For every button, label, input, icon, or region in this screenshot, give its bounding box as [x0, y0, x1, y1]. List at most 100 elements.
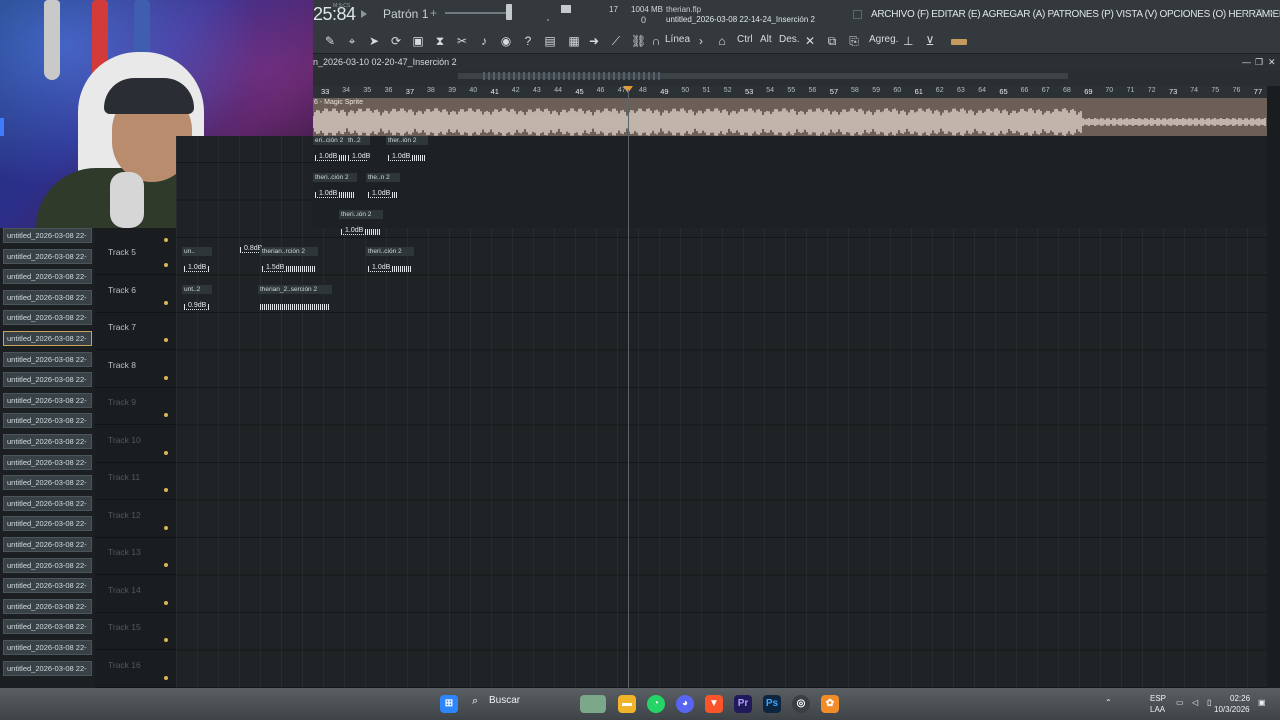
piano-icon[interactable]: ▦: [565, 32, 583, 50]
clip-name[interactable]: therian..rción 2: [260, 247, 318, 256]
link-icon[interactable]: ⛓: [631, 32, 646, 50]
pattern-clip[interactable]: th..2 1.0dB: [346, 136, 373, 174]
track-name[interactable]: Track 7: [108, 322, 136, 332]
browser-item[interactable]: untitled_2026-03-08 22-: [3, 351, 92, 367]
save-icon[interactable]: ▣: [411, 32, 425, 50]
track-mute-indicator[interactable]: [164, 375, 168, 380]
pattern-color-icon[interactable]: [949, 32, 969, 50]
track-name[interactable]: Track 12: [108, 510, 141, 520]
clip-gain[interactable]: 1.0dB: [370, 190, 393, 197]
clip-name[interactable]: theri..ción 2: [313, 173, 357, 182]
vertical-scrollbar[interactable]: [1267, 86, 1280, 688]
mic-icon[interactable]: ♪: [477, 32, 491, 50]
pattern-clip[interactable]: un.. 1.0dB: [182, 247, 212, 285]
browser-item[interactable]: untitled_2026-03-08 22-: [3, 248, 92, 264]
help-icon[interactable]: ?: [521, 32, 535, 50]
clip-name[interactable]: ther..ión 2: [386, 136, 428, 145]
track-header[interactable]: Track 16: [95, 651, 176, 688]
track-name[interactable]: Track 13: [108, 547, 141, 557]
clock-date[interactable]: 10/3/2026: [1214, 705, 1250, 714]
chat-icon[interactable]: ◉: [499, 32, 513, 50]
metronome-icon[interactable]: ◔: [545, 16, 550, 25]
browser-item[interactable]: untitled_2026-03-08 22-: [3, 434, 92, 449]
close-icon[interactable]: ✕: [1268, 8, 1276, 19]
clip-name[interactable]: theri..ión 2: [339, 210, 383, 219]
browser-item[interactable]: untitled_2026-03-08 22-: [3, 578, 92, 594]
stamp-icon[interactable]: ⌂: [715, 32, 729, 50]
clip-gain[interactable]: 1.0dB: [186, 264, 209, 271]
pattern-clip[interactable]: therian..rción 2 1.5dB: [260, 247, 318, 285]
tuner-icon[interactable]: ⊥: [903, 32, 913, 50]
clip-name[interactable]: th..2: [346, 136, 370, 145]
arrow-icon[interactable]: ➜: [587, 32, 601, 50]
restore-icon[interactable]: ❐: [1255, 8, 1263, 19]
track-mute-indicator[interactable]: [164, 563, 168, 567]
clip-name[interactable]: eri..ción 2: [313, 136, 349, 145]
snap-dropdown-icon[interactable]: ›: [697, 32, 705, 50]
browser-item[interactable]: untitled_2026-03-08 22-: [3, 269, 92, 285]
alt-button[interactable]: Alt: [760, 34, 772, 45]
paint-tool-icon[interactable]: ✎: [323, 32, 337, 50]
clip-gain[interactable]: 1.0dB: [343, 227, 366, 234]
timeline-ruler[interactable]: 33 34 35 36 37 38 39 40 41 42 43 44 45 46 47 48 49 50 51 52…: [313, 86, 1267, 98]
main-menu[interactable]: ARCHIVO (F) EDITAR (E) AGREGAR (A) PATRO…: [871, 9, 1280, 20]
track-mute-indicator[interactable]: [164, 675, 168, 680]
track-mute-indicator[interactable]: [164, 263, 168, 267]
brave-icon[interactable]: ▼: [705, 695, 723, 713]
track-mute-indicator[interactable]: [164, 450, 168, 455]
file-explorer-icon[interactable]: ▬: [618, 695, 636, 713]
track-name[interactable]: Track 10: [108, 435, 141, 445]
track-header[interactable]: Track 6: [95, 276, 176, 313]
browser-item[interactable]: untitled_2026-03-08 22-: [3, 660, 92, 676]
track-mute-indicator[interactable]: [164, 238, 168, 242]
premiere-icon[interactable]: Pr: [734, 695, 752, 713]
language-layout[interactable]: LAA: [1150, 705, 1165, 714]
track-mute-indicator[interactable]: [164, 488, 168, 492]
clip-gain[interactable]: 1.0dB: [390, 153, 413, 160]
track-name[interactable]: Track 5: [108, 247, 136, 257]
cart-icon[interactable]: ⊻: [923, 32, 937, 50]
browser-item[interactable]: untitled_2026-03-08 22-: [3, 640, 92, 655]
playlist-close-icon[interactable]: ✕: [1268, 57, 1276, 68]
plugin-icon[interactable]: ⟋: [609, 32, 623, 50]
pattern-clip[interactable]: ther..ión 2 1.0dB: [386, 136, 428, 174]
track-name[interactable]: Track 15: [108, 622, 141, 632]
track-header[interactable]: Track 15: [95, 613, 176, 651]
browser-item[interactable]: untitled_2026-03-08 22-: [3, 310, 92, 326]
slice-tool-icon[interactable]: ⧗: [433, 32, 447, 50]
track-name[interactable]: Track 16: [108, 660, 141, 670]
clip-name[interactable]: unt..2: [182, 285, 212, 294]
tray-chevron-icon[interactable]: ⌃: [1105, 698, 1112, 707]
clip-gain[interactable]: 1.0dB: [350, 153, 373, 160]
battery-icon[interactable]: ▯: [1207, 698, 1211, 707]
pattern-clip[interactable]: eri..ción 2 1.0dB: [313, 136, 349, 174]
widgets-icon[interactable]: [580, 695, 606, 713]
clip-gain[interactable]: 0.9dB: [186, 302, 209, 309]
clip-gain[interactable]: 1.5dB: [264, 264, 287, 271]
paste-icon[interactable]: ⎘: [847, 32, 861, 50]
minimize-icon[interactable]: —: [1243, 8, 1252, 18]
track-header[interactable]: Track 10: [95, 426, 176, 463]
track-name[interactable]: Track 6: [108, 285, 136, 295]
add-button[interactable]: Agreg.: [869, 34, 898, 45]
browser-item[interactable]: untitled_2026-03-08 22-: [3, 537, 92, 552]
track-header[interactable]: Track 13: [95, 538, 176, 576]
clock-time[interactable]: 02:26: [1230, 694, 1250, 703]
track-header[interactable]: Track 7: [95, 313, 176, 351]
copy-icon[interactable]: ⧉: [825, 32, 839, 50]
undo-button[interactable]: Des.: [779, 34, 800, 45]
track-mute-indicator[interactable]: [164, 300, 168, 305]
ctrl-button[interactable]: Ctrl: [737, 34, 753, 45]
horizontal-scrollbar[interactable]: [313, 70, 1280, 86]
track-header[interactable]: Track 9: [95, 388, 176, 426]
track-mute-indicator[interactable]: [164, 600, 168, 605]
audio-clip[interactable]: 6 - Magic Sprite: [313, 98, 1267, 136]
track-header[interactable]: Track 5: [95, 238, 176, 276]
track-mute-indicator[interactable]: [164, 413, 168, 417]
clip-gain[interactable]: 1.0dB: [317, 153, 340, 160]
track-mute-indicator[interactable]: [164, 525, 168, 530]
browser-item[interactable]: untitled_2026-03-08 22-: [3, 228, 92, 243]
browser-item[interactable]: untitled_2026-03-08 22-: [3, 516, 92, 532]
pattern-clip[interactable]: therian_2..serción 2: [258, 285, 332, 323]
fl-studio-icon[interactable]: ✿: [821, 695, 839, 713]
